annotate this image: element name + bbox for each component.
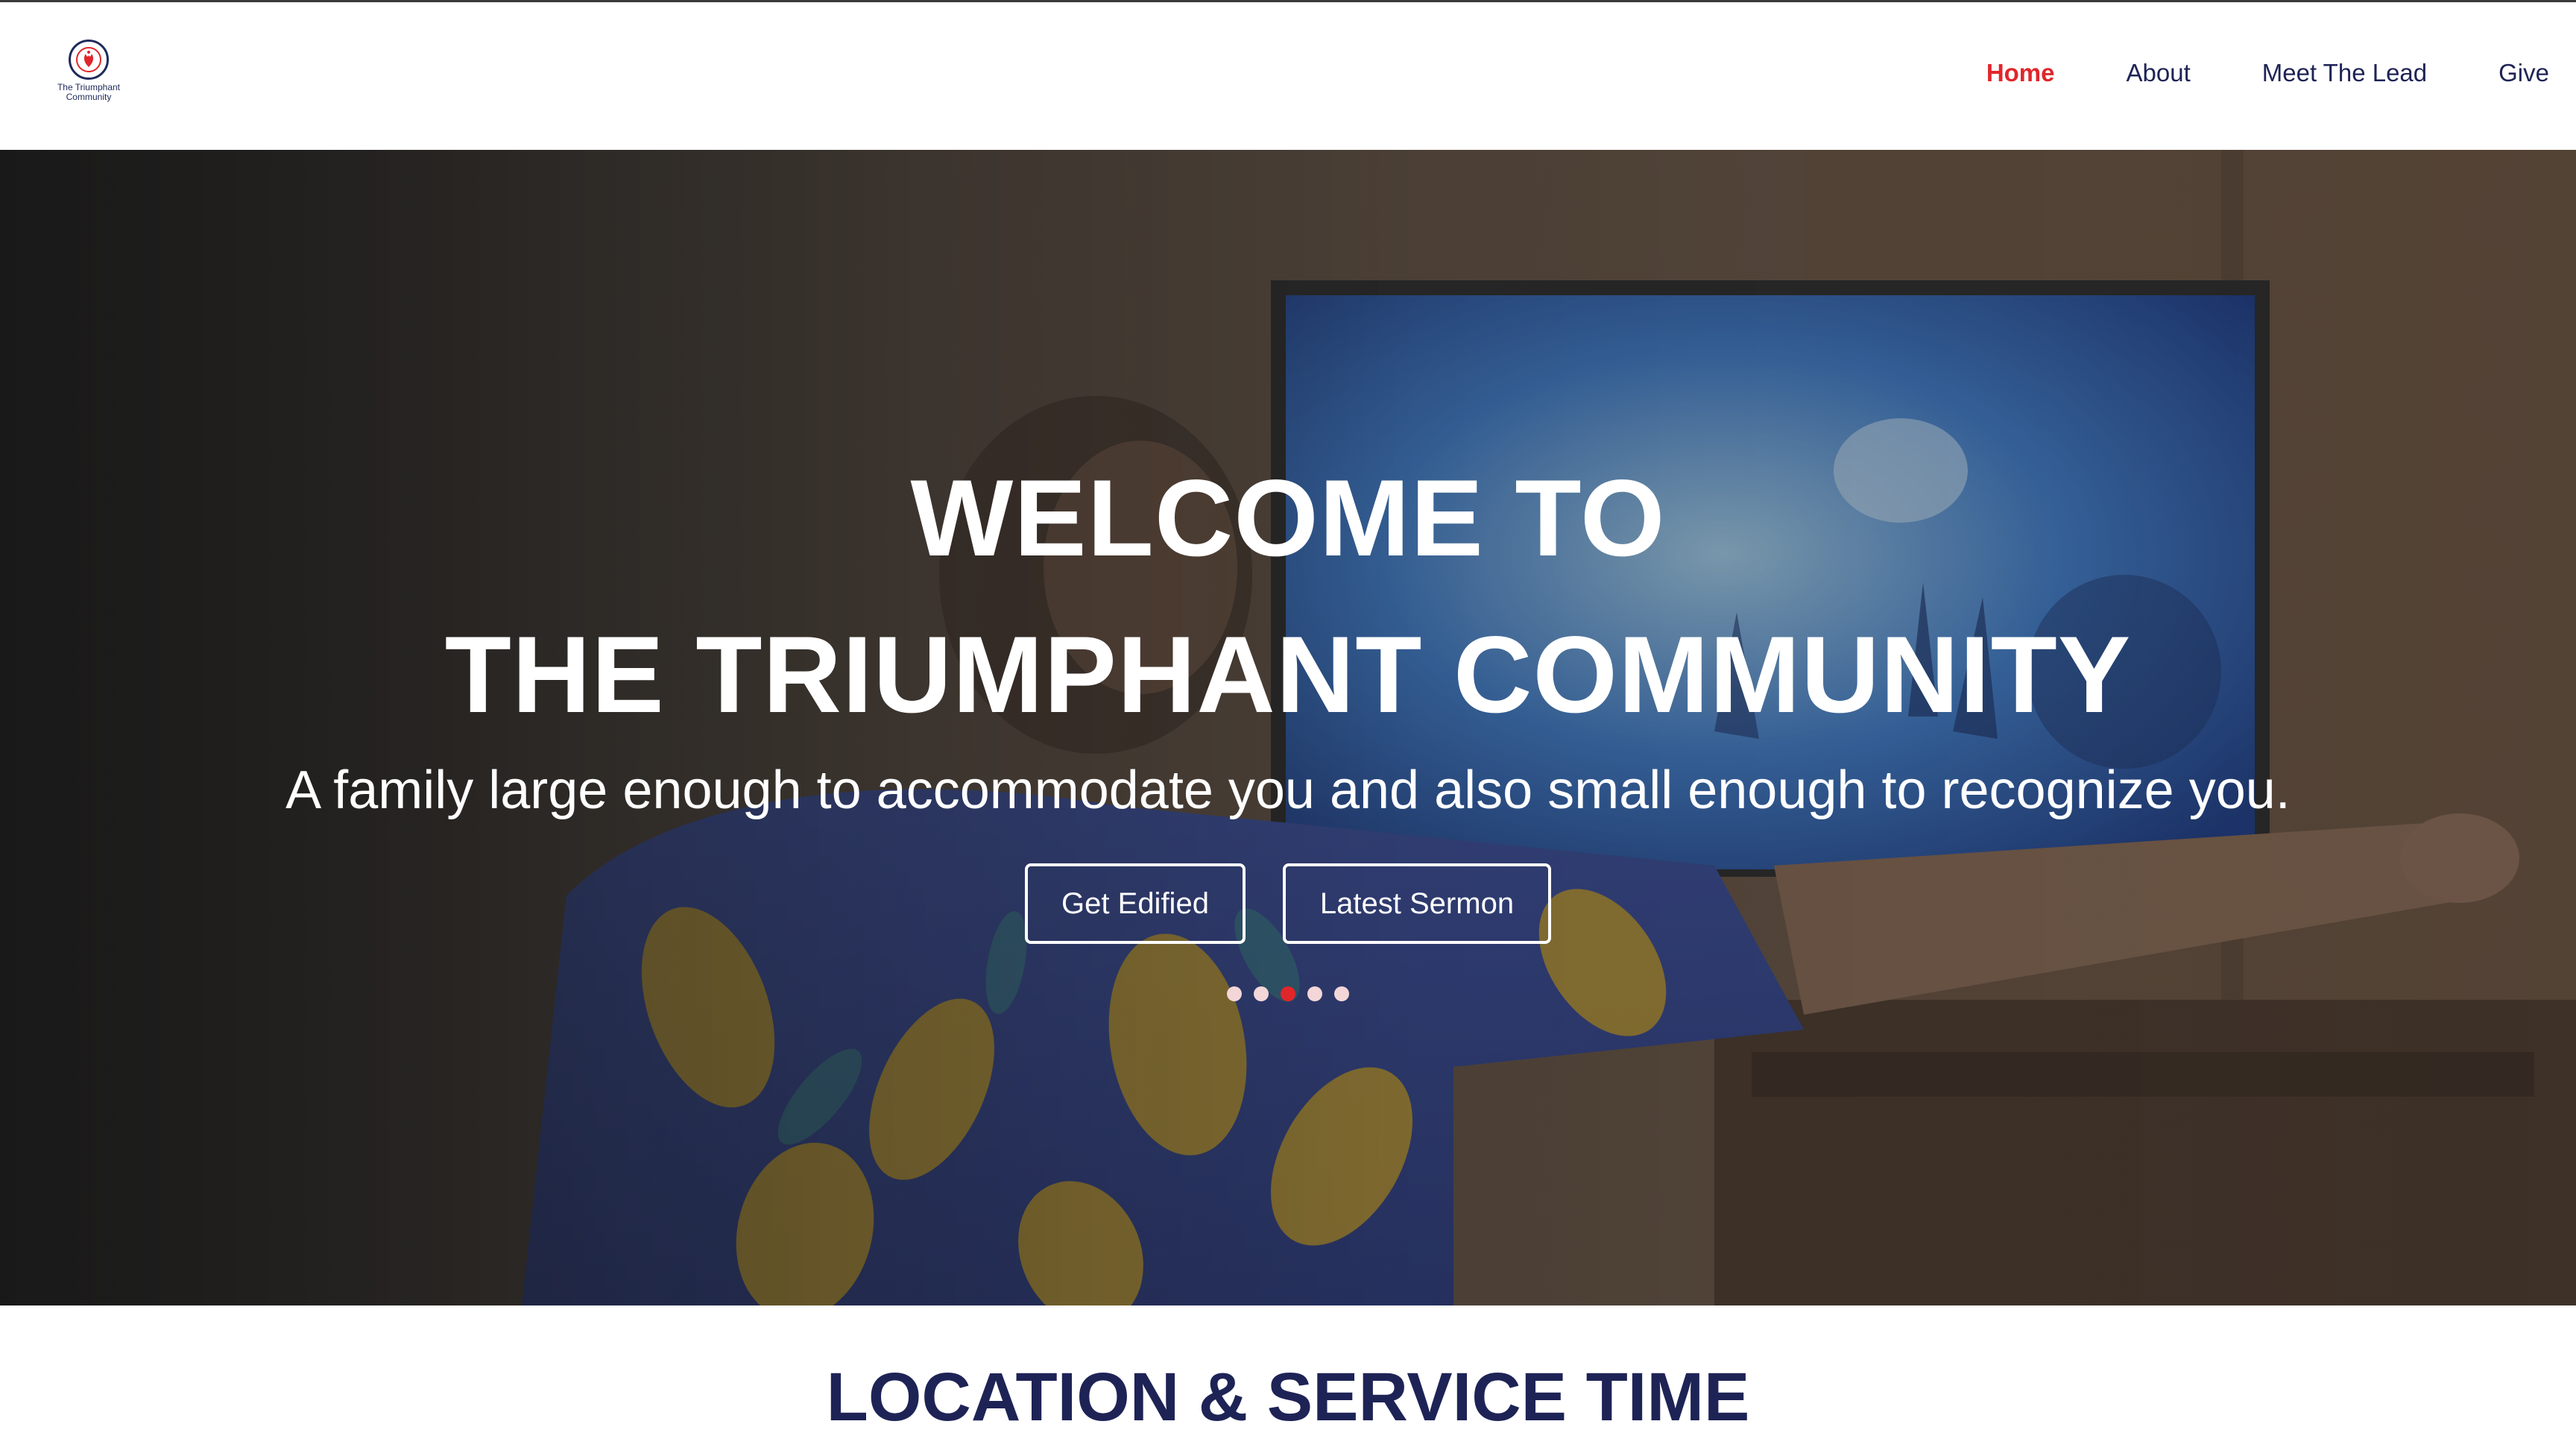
main-nav: Home About Meet The Lead Give <box>1915 2 2549 144</box>
nav-give[interactable]: Give <box>2498 59 2549 87</box>
carousel-dot[interactable] <box>1307 986 1322 1001</box>
nav-home[interactable]: Home <box>1986 59 2055 87</box>
latest-sermon-button[interactable]: Latest Sermon <box>1283 863 1551 944</box>
location-section-title: LOCATION & SERVICE TIME <box>826 1359 1750 1430</box>
hero-button-group: Get Edified Latest Sermon <box>0 863 2576 944</box>
carousel-dot[interactable] <box>1227 986 1242 1001</box>
logo-mark-icon <box>69 40 109 80</box>
carousel-indicators <box>0 986 2576 1001</box>
flame-icon <box>76 47 101 72</box>
logo[interactable]: The Triumphant Community <box>48 40 130 108</box>
hero-title-line1: WELCOME TO <box>910 457 1666 579</box>
nav-about[interactable]: About <box>2127 59 2191 87</box>
logo-text: The Triumphant Community <box>57 83 120 102</box>
page: The Triumphant Community Home About Meet… <box>0 0 2576 1430</box>
get-edified-button[interactable]: Get Edified <box>1025 863 1246 944</box>
logo-text-line2: Community <box>66 92 112 102</box>
navbar: The Triumphant Community Home About Meet… <box>0 2 2576 150</box>
hero-carousel: WELCOME TO THE TRIUMPHANT COMMUNITY A fa… <box>0 150 2576 1305</box>
nav-meet-the-lead[interactable]: Meet The Lead <box>2262 59 2427 87</box>
carousel-dot[interactable] <box>1254 986 1269 1001</box>
hero-content: WELCOME TO THE TRIUMPHANT COMMUNITY A fa… <box>0 150 2576 1305</box>
carousel-dot[interactable] <box>1281 986 1295 1001</box>
carousel-dot[interactable] <box>1334 986 1349 1001</box>
hero-subtitle: A family large enough to accommodate you… <box>285 760 2291 820</box>
hero-title-line2: THE TRIUMPHANT COMMUNITY <box>444 614 2132 735</box>
